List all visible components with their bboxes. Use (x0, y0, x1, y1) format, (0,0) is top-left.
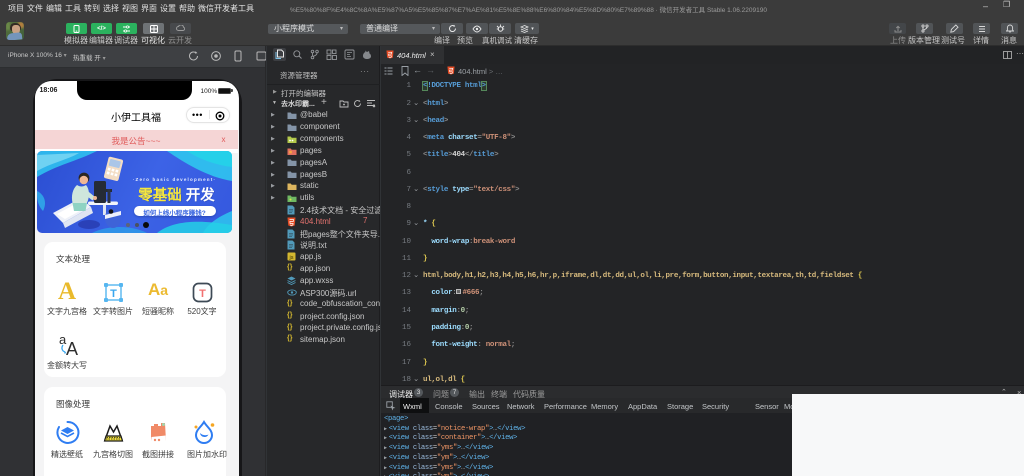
svg-text:js: js (289, 255, 294, 261)
svg-text:T: T (110, 288, 117, 300)
svg-text:T: T (199, 288, 206, 300)
svg-text:A: A (66, 339, 78, 358)
